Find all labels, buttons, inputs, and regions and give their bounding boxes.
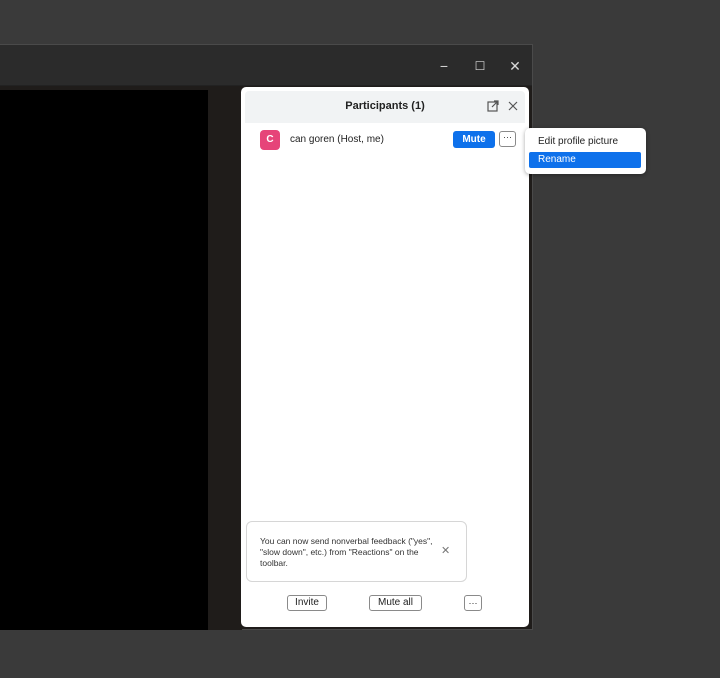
minimize-icon[interactable]: −	[433, 55, 455, 77]
title-bar: − ☐ ✕	[0, 45, 532, 86]
maximize-icon[interactable]: ☐	[469, 55, 491, 77]
participants-panel: Participants (1) C can goren (Host, me) …	[241, 87, 529, 627]
participant-row[interactable]: C can goren (Host, me) Mute ···	[253, 130, 523, 152]
panel-backdrop	[208, 90, 242, 630]
notice-close-icon[interactable]: ✕	[441, 544, 450, 557]
panel-header: Participants (1)	[245, 91, 525, 123]
mute-all-button[interactable]: Mute all	[369, 595, 422, 611]
video-area	[0, 90, 208, 630]
participant-context-menu: Edit profile picture Rename	[525, 128, 646, 174]
menu-item-edit-profile-picture[interactable]: Edit profile picture	[529, 134, 641, 150]
notice-text: You can now send nonverbal feedback ("ye…	[260, 536, 433, 568]
pop-out-icon[interactable]	[484, 97, 502, 115]
invite-button[interactable]: Invite	[287, 595, 327, 611]
participant-more-button[interactable]: ···	[499, 131, 516, 147]
close-panel-icon[interactable]	[504, 97, 522, 115]
reactions-notice: You can now send nonverbal feedback ("ye…	[246, 521, 467, 582]
panel-title: Participants (1)	[345, 100, 425, 112]
footer-more-button[interactable]: ···	[464, 595, 482, 611]
participant-name: can goren (Host, me)	[290, 134, 384, 145]
menu-item-rename[interactable]: Rename	[529, 152, 641, 168]
avatar: C	[260, 130, 280, 150]
close-icon[interactable]: ✕	[504, 55, 526, 77]
mute-button[interactable]: Mute	[453, 131, 495, 148]
